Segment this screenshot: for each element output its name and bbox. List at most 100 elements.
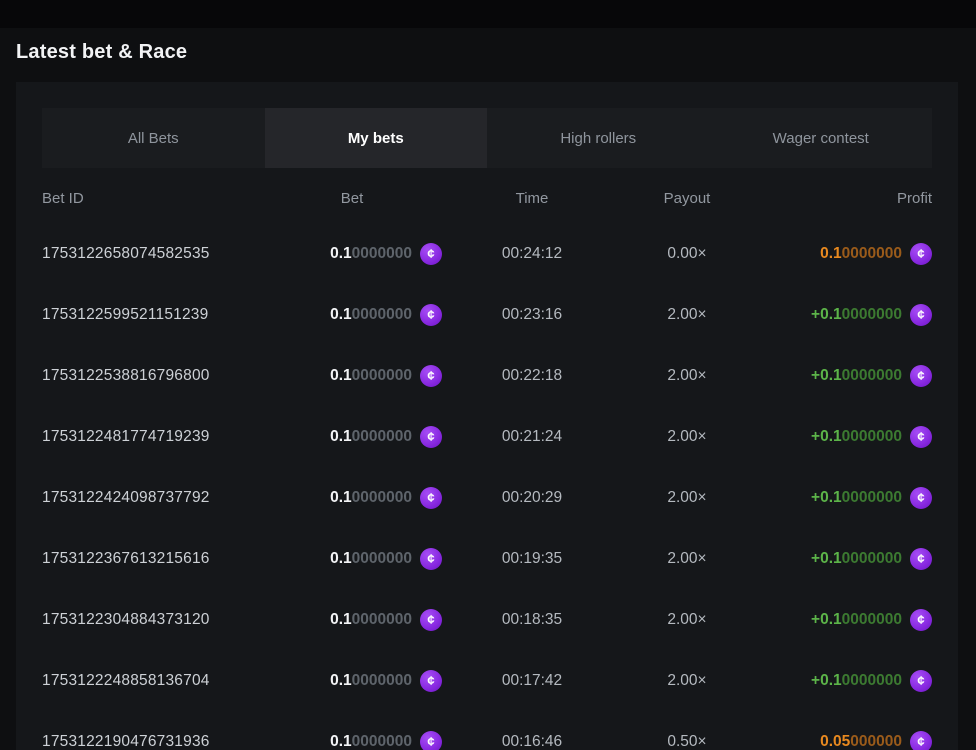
- bet-payout: 2.00×: [622, 489, 752, 507]
- profit-cell: +0.10000000 ¢: [752, 487, 932, 509]
- bet-payout: 2.00×: [622, 611, 752, 629]
- bet-payout: 2.00×: [622, 306, 752, 324]
- profit-cell: +0.10000000 ¢: [752, 365, 932, 387]
- bet-payout: 2.00×: [622, 428, 752, 446]
- profit-cell: 0.05000000 ¢: [752, 731, 932, 750]
- table-row: 1753122304884373120 0.10000000 ¢ 00:18:3…: [42, 589, 932, 650]
- profit-cell: +0.10000000 ¢: [752, 670, 932, 692]
- tab-label: Wager contest: [773, 130, 869, 147]
- profit-cell: +0.10000000 ¢: [752, 426, 932, 448]
- header-payout: Payout: [622, 190, 752, 207]
- coin-icon: ¢: [420, 670, 442, 692]
- bet-amount: 0.10000000: [330, 428, 412, 446]
- coin-icon: ¢: [420, 487, 442, 509]
- profit-amount: 0.05000000: [820, 733, 902, 750]
- bet-amount: 0.10000000: [330, 489, 412, 507]
- tab[interactable]: Wager contest: [710, 108, 933, 168]
- bet-amount: 0.10000000: [330, 245, 412, 263]
- bet-id: 1753122538816796800: [42, 367, 262, 385]
- profit-amount: +0.10000000: [811, 672, 902, 690]
- bet-time: 00:17:42: [442, 672, 622, 690]
- table-header: Bet ID Bet Time Payout Profit: [42, 174, 932, 223]
- coin-icon: ¢: [910, 670, 932, 692]
- bet-id: 1753122304884373120: [42, 611, 262, 629]
- coin-icon: ¢: [420, 609, 442, 631]
- tab-label: All Bets: [128, 130, 179, 147]
- bet-id: 1753122658074582535: [42, 245, 262, 263]
- profit-cell: +0.10000000 ¢: [752, 548, 932, 570]
- bet-payout: 0.00×: [622, 245, 752, 263]
- tabs: All Bets My bets High rollers Wager cont…: [42, 108, 932, 168]
- bet-time: 00:16:46: [442, 733, 622, 750]
- bet-time: 00:23:16: [442, 306, 622, 324]
- bet-id: 1753122424098737792: [42, 489, 262, 507]
- bet-time: 00:21:24: [442, 428, 622, 446]
- bet-amount-cell: 0.10000000 ¢: [262, 243, 442, 265]
- table-row: 1753122481774719239 0.10000000 ¢ 00:21:2…: [42, 406, 932, 467]
- tab-label: My bets: [348, 130, 404, 147]
- profit-cell: 0.10000000 ¢: [752, 243, 932, 265]
- page-title: Latest bet & Race: [0, 28, 976, 64]
- table-row: 1753122538816796800 0.10000000 ¢ 00:22:1…: [42, 345, 932, 406]
- tab[interactable]: High rollers: [487, 108, 710, 168]
- coin-icon: ¢: [910, 487, 932, 509]
- bet-time: 00:24:12: [442, 245, 622, 263]
- bet-amount: 0.10000000: [330, 672, 412, 690]
- coin-icon: ¢: [910, 365, 932, 387]
- bet-amount-cell: 0.10000000 ¢: [262, 365, 442, 387]
- coin-icon: ¢: [420, 365, 442, 387]
- profit-amount: +0.10000000: [811, 306, 902, 324]
- bet-payout: 0.50×: [622, 733, 752, 750]
- header-time: Time: [442, 190, 622, 207]
- profit-amount: +0.10000000: [811, 489, 902, 507]
- profit-cell: +0.10000000 ¢: [752, 304, 932, 326]
- bet-time: 00:19:35: [442, 550, 622, 568]
- profit-amount: +0.10000000: [811, 428, 902, 446]
- profit-amount: +0.10000000: [811, 367, 902, 385]
- bet-amount-cell: 0.10000000 ¢: [262, 731, 442, 750]
- bet-payout: 2.00×: [622, 367, 752, 385]
- bet-id: 1753122190476731936: [42, 733, 262, 750]
- bet-time: 00:18:35: [442, 611, 622, 629]
- profit-amount: 0.10000000: [820, 245, 902, 263]
- bet-payout: 2.00×: [622, 672, 752, 690]
- table-row: 1753122424098737792 0.10000000 ¢ 00:20:2…: [42, 467, 932, 528]
- bet-amount: 0.10000000: [330, 306, 412, 324]
- coin-icon: ¢: [420, 426, 442, 448]
- bet-amount: 0.10000000: [330, 611, 412, 629]
- bet-time: 00:22:18: [442, 367, 622, 385]
- bet-id: 1753122367613215616: [42, 550, 262, 568]
- table-row: 1753122190476731936 0.10000000 ¢ 00:16:4…: [42, 711, 932, 750]
- bet-id: 1753122481774719239: [42, 428, 262, 446]
- bet-amount-cell: 0.10000000 ¢: [262, 670, 442, 692]
- coin-icon: ¢: [910, 548, 932, 570]
- header-bet-id: Bet ID: [42, 190, 262, 207]
- bet-amount-cell: 0.10000000 ¢: [262, 487, 442, 509]
- table-row: 1753122248858136704 0.10000000 ¢ 00:17:4…: [42, 650, 932, 711]
- coin-icon: ¢: [420, 304, 442, 326]
- table-row: 1753122367613215616 0.10000000 ¢ 00:19:3…: [42, 528, 932, 589]
- bet-time: 00:20:29: [442, 489, 622, 507]
- bet-amount: 0.10000000: [330, 733, 412, 750]
- bet-amount-cell: 0.10000000 ¢: [262, 304, 442, 326]
- coin-icon: ¢: [910, 243, 932, 265]
- profit-amount: +0.10000000: [811, 611, 902, 629]
- bet-payout: 2.00×: [622, 550, 752, 568]
- bet-amount-cell: 0.10000000 ¢: [262, 609, 442, 631]
- bet-amount-cell: 0.10000000 ¢: [262, 426, 442, 448]
- coin-icon: ¢: [910, 731, 932, 750]
- coin-icon: ¢: [910, 426, 932, 448]
- tab[interactable]: My bets: [265, 108, 488, 168]
- coin-icon: ¢: [420, 548, 442, 570]
- bets-panel: All Bets My bets High rollers Wager cont…: [16, 82, 958, 750]
- table-row: 1753122599521151239 0.10000000 ¢ 00:23:1…: [42, 284, 932, 345]
- bet-amount-cell: 0.10000000 ¢: [262, 548, 442, 570]
- screen: Latest bet & Race All Bets My bets High …: [0, 0, 976, 750]
- bet-amount: 0.10000000: [330, 367, 412, 385]
- coin-icon: ¢: [420, 243, 442, 265]
- bet-id: 1753122248858136704: [42, 672, 262, 690]
- tab-label: High rollers: [560, 130, 636, 147]
- coin-icon: ¢: [910, 304, 932, 326]
- bet-id: 1753122599521151239: [42, 306, 262, 324]
- tab[interactable]: All Bets: [42, 108, 265, 168]
